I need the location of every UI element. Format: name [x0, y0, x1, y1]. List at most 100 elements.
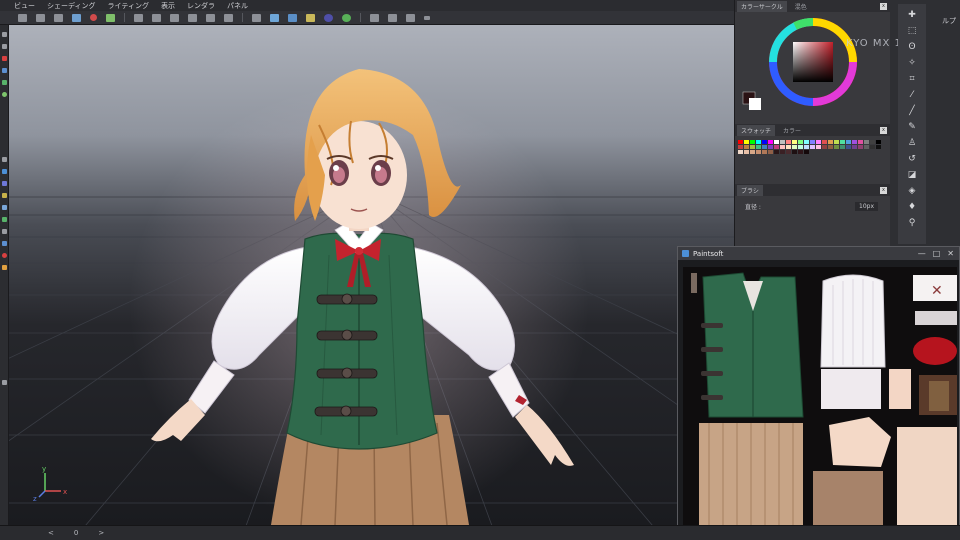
close-icon[interactable]: x	[880, 186, 887, 194]
move-icon[interactable]	[2, 32, 7, 37]
axis-x-label: x	[63, 488, 67, 496]
blur-icon[interactable]: ♦	[907, 202, 917, 212]
color-wheel[interactable]	[735, 12, 891, 110]
swatch-tabs: スウォッチ カラー x	[735, 124, 890, 136]
box-icon[interactable]	[370, 13, 379, 22]
close-icon[interactable]: ✕	[947, 249, 954, 258]
brush-size-value[interactable]: 10px	[855, 202, 878, 211]
frame-number: 0	[73, 529, 79, 537]
eraser-icon[interactable]	[2, 157, 7, 162]
marquee-icon[interactable]: ⬚	[907, 26, 917, 36]
panel-icon[interactable]	[206, 13, 215, 22]
uv-texture-map: ✕	[683, 267, 957, 537]
shape-icon[interactable]	[2, 80, 7, 85]
text-icon[interactable]	[2, 181, 7, 186]
record-icon[interactable]	[90, 14, 97, 21]
hand-icon[interactable]	[2, 229, 7, 234]
next-frame-button[interactable]: >	[98, 529, 104, 537]
tab-brush[interactable]: ブラシ	[737, 184, 763, 196]
color-circle-area[interactable]	[735, 12, 890, 110]
crop-icon[interactable]: ⌗	[907, 74, 917, 84]
texture-canvas[interactable]: ✕	[683, 267, 957, 537]
history-brush-icon[interactable]: ↺	[907, 154, 917, 164]
brush-icon[interactable]: ╱	[907, 106, 917, 116]
pen-icon[interactable]	[2, 56, 7, 61]
paintsoft-titlebar[interactable]: Paintsoft — □ ✕	[678, 247, 959, 260]
pencil-icon[interactable]: ✎	[907, 122, 917, 132]
menu-item-renderer[interactable]: レンダラ	[187, 1, 215, 11]
axis-z-label: z	[33, 495, 37, 503]
viewport-scene: y x z	[9, 69, 734, 525]
render-icon[interactable]	[36, 13, 45, 22]
magic-wand-icon[interactable]: ✧	[907, 58, 917, 68]
swatch-grid[interactable]	[735, 136, 890, 154]
tab-color-circle[interactable]: カラーサークル	[737, 0, 787, 12]
record-icon[interactable]	[2, 253, 7, 258]
box-open-icon[interactable]	[388, 13, 397, 22]
layout-icon[interactable]	[188, 13, 197, 22]
viewport-toolbar	[0, 11, 734, 25]
gradient-icon[interactable]	[2, 193, 7, 198]
brush-panel-header: ブラシ x	[735, 184, 890, 196]
paintsoft-window[interactable]: Paintsoft — □ ✕ ✕	[677, 246, 960, 540]
node-icon[interactable]	[406, 13, 415, 22]
grid-icon[interactable]	[152, 13, 161, 22]
axis-gizmo: y x z	[33, 465, 67, 503]
svg-text:✕: ✕	[931, 283, 943, 299]
tab-color[interactable]: カラー	[781, 125, 803, 136]
prev-frame-button[interactable]: <	[48, 529, 54, 537]
settings-icon[interactable]	[2, 380, 7, 385]
toolbar-divider	[242, 13, 243, 22]
help-label-partial: ルプ	[942, 17, 956, 25]
eraser-icon[interactable]: ◪	[907, 170, 917, 180]
select-icon[interactable]	[2, 44, 7, 49]
left-tool-strip	[0, 25, 9, 525]
texture-icon[interactable]	[306, 13, 315, 22]
layer-icon[interactable]	[2, 241, 7, 246]
cube-shaded-icon[interactable]	[288, 13, 297, 22]
close-icon[interactable]: x	[880, 126, 887, 134]
material-icon[interactable]	[324, 13, 333, 22]
close-icon[interactable]: x	[880, 2, 887, 10]
eyedropper-icon[interactable]	[2, 205, 7, 210]
zoom-icon[interactable]	[2, 217, 7, 222]
flag-icon[interactable]	[2, 265, 7, 270]
cube-solid-icon[interactable]	[270, 13, 279, 22]
menu-item-shading[interactable]: シェーディング	[47, 1, 96, 11]
chevron-down-icon[interactable]	[424, 15, 430, 20]
lasso-icon[interactable]: ʘ	[907, 42, 917, 52]
stamp-icon[interactable]: ♙	[907, 138, 917, 148]
fill-icon[interactable]	[2, 169, 7, 174]
menu-item-lighting[interactable]: ライティング	[108, 1, 149, 11]
paintsoft-title: Paintsoft	[693, 249, 724, 258]
maximize-icon[interactable]: □	[933, 249, 941, 258]
circle-icon[interactable]	[2, 92, 7, 97]
minimize-icon[interactable]: —	[918, 249, 926, 258]
toolbar-divider	[360, 13, 361, 22]
3d-viewport[interactable]: y x z	[9, 25, 734, 525]
brush-size-label: 直径 :	[745, 204, 761, 211]
menu-item-display[interactable]: 表示	[161, 1, 175, 11]
eyedropper-icon[interactable]: ⁄	[907, 90, 917, 100]
color-circle-tabs: カラーサークル 混色 x	[735, 0, 890, 12]
picture-icon[interactable]	[72, 13, 81, 22]
split-icon[interactable]	[224, 13, 233, 22]
frame-icon[interactable]	[170, 13, 179, 22]
bucket-icon[interactable]: ◈	[907, 186, 917, 196]
eye-icon[interactable]	[134, 13, 143, 22]
image-icon[interactable]	[54, 13, 63, 22]
tab-mix[interactable]: 混色	[793, 1, 809, 12]
camera-icon[interactable]	[18, 13, 27, 22]
status-bar: < 0 >	[0, 525, 960, 540]
tab-swatch[interactable]: スウォッチ	[737, 124, 776, 136]
sphere-icon[interactable]	[342, 13, 351, 22]
dodge-icon[interactable]: ⚲	[907, 218, 917, 228]
watermark-text: KYO MX 1	[846, 38, 902, 49]
move-icon[interactable]: ✚	[907, 10, 917, 20]
cube-wire-icon[interactable]	[252, 13, 261, 22]
brush-icon[interactable]	[2, 68, 7, 73]
menu-item-panel[interactable]: パネル	[227, 1, 248, 11]
brush-size-row: 直径 : 10px	[735, 196, 890, 211]
pencil-icon[interactable]	[106, 13, 115, 22]
menu-item-view[interactable]: ビュー	[14, 1, 35, 11]
